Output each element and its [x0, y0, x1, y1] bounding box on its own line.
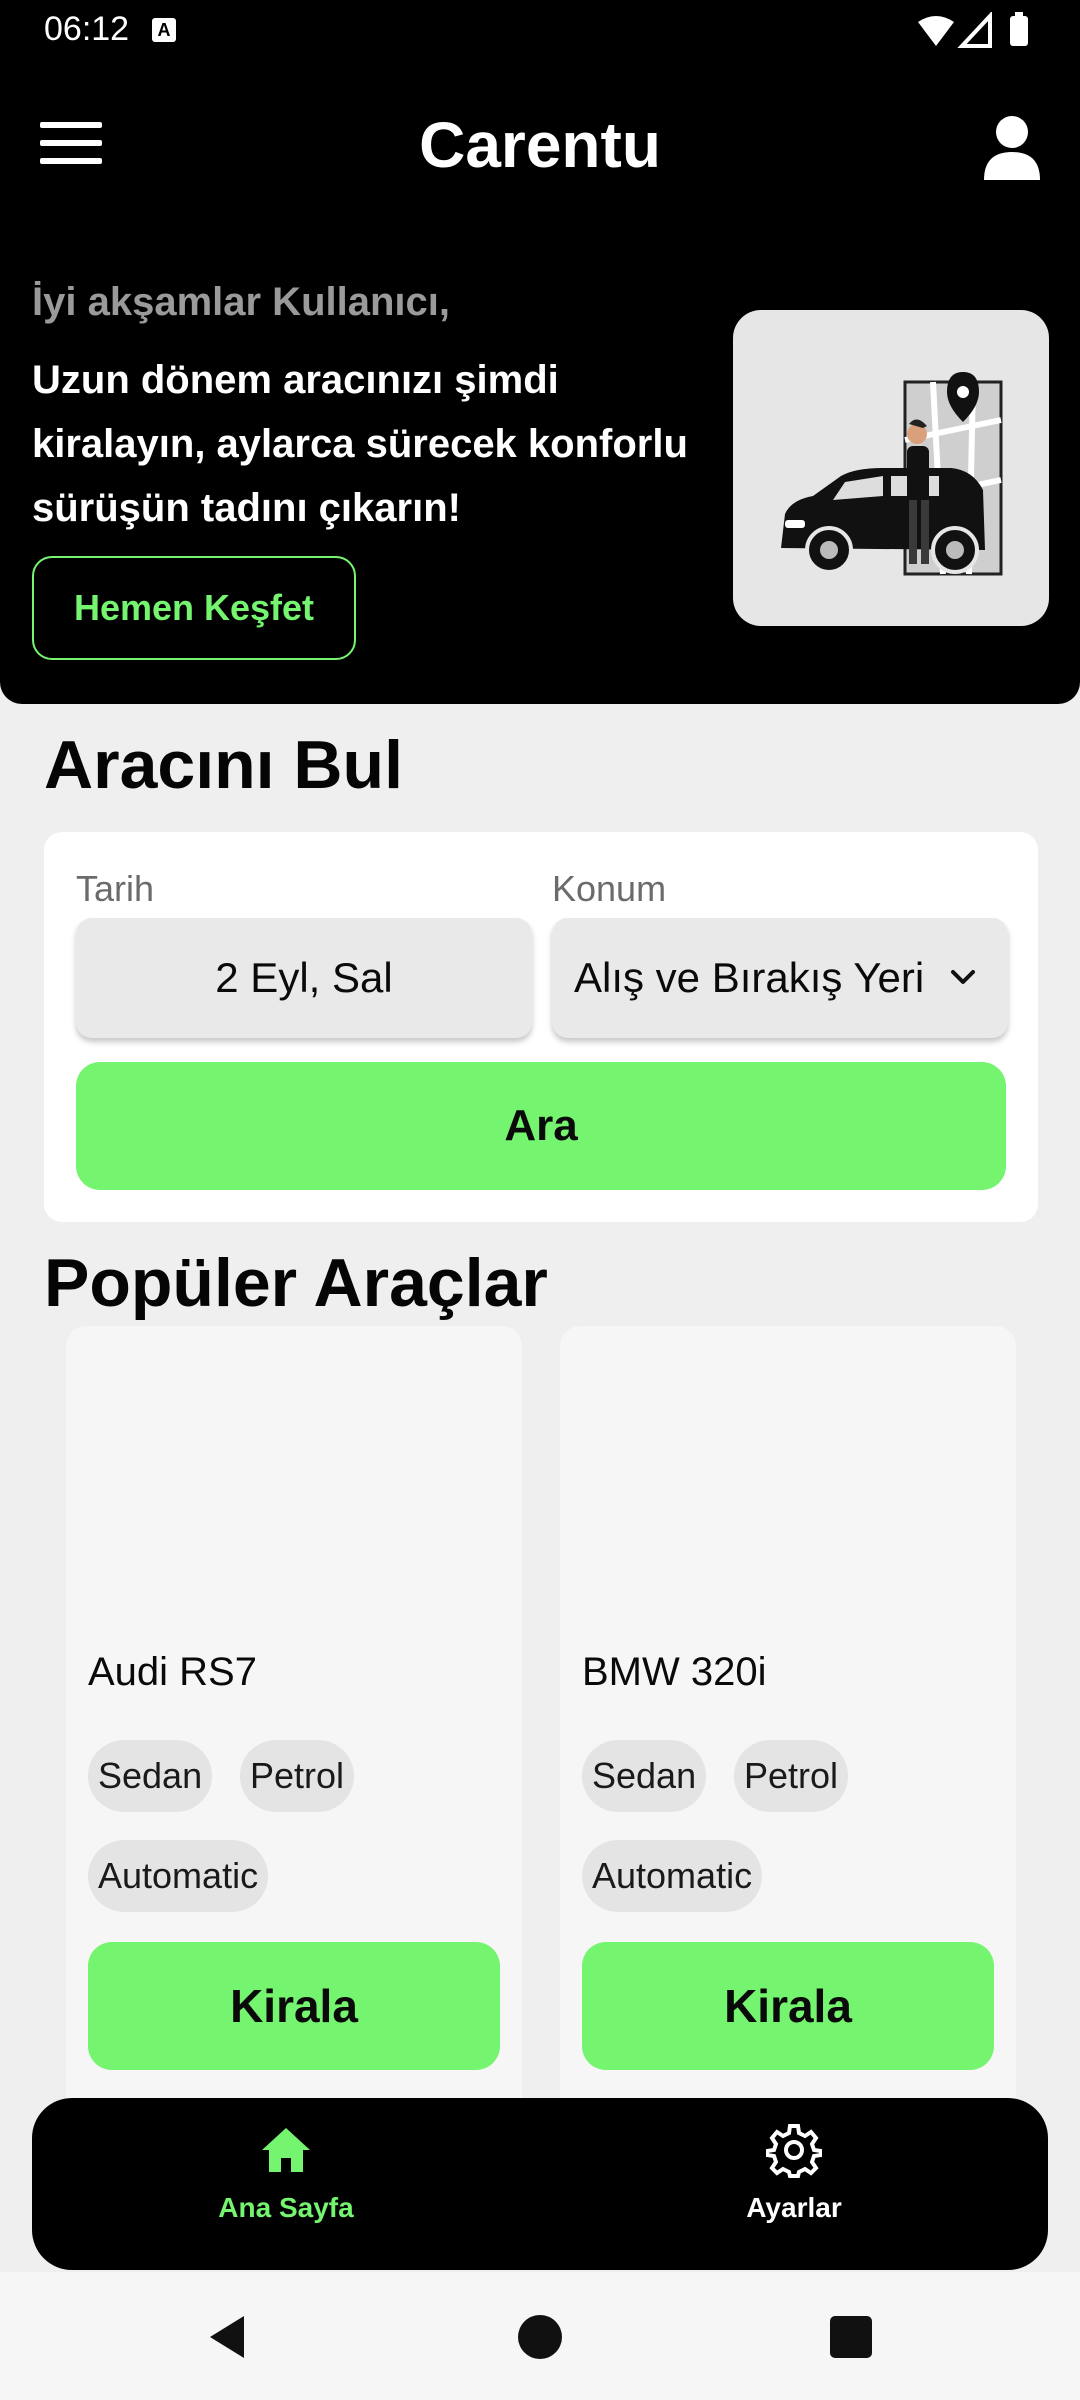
hero-illustration [733, 310, 1049, 626]
nav-item-home[interactable]: Ana Sayfa [136, 2122, 436, 2252]
find-car-title: Aracını Bul [44, 727, 403, 803]
popular-cars-title: Popüler Araçlar [44, 1245, 548, 1321]
car-tag: Petrol [734, 1740, 849, 1812]
hero-message: Uzun dönem aracınızı şimdi kiralayın, ay… [32, 358, 688, 530]
car-tag: Automatic [88, 1840, 269, 1912]
signal-icon [957, 12, 992, 48]
back-icon[interactable] [204, 2312, 254, 2362]
car-card[interactable]: BMW 320i Sedan Petrol Automatic Kirala [560, 1326, 1016, 2126]
car-tag: Sedan [88, 1740, 213, 1812]
bottom-navigation: Ana Sayfa Ayarlar [32, 2098, 1048, 2270]
rent-button[interactable]: Kirala [582, 1942, 994, 2070]
home-icon [262, 2128, 310, 2172]
car-tag: Petrol [240, 1740, 355, 1812]
date-value: 2 Eyl, Sal [215, 954, 393, 1001]
greeting-text: İyi akşamlar Kullanıcı, [32, 280, 450, 324]
app-title: Carentu [419, 109, 661, 181]
location-label: Konum [552, 868, 667, 909]
status-bar: 06:12 A [0, 0, 1080, 62]
car-tag: Sedan [582, 1740, 707, 1812]
notification-icon: A [152, 18, 176, 42]
car-location-illustration [781, 372, 1003, 576]
date-label: Tarih [76, 868, 155, 909]
profile-icon[interactable] [984, 114, 1040, 180]
nav-label-settings: Ayarlar [746, 2192, 842, 2223]
status-time: 06:12 [44, 10, 130, 48]
recents-icon[interactable] [826, 2312, 876, 2362]
chevron-down-icon [951, 970, 975, 984]
wifi-icon [918, 16, 954, 46]
car-tag: Automatic [582, 1840, 763, 1912]
explore-button[interactable]: Hemen Keşfet [32, 556, 356, 660]
hero-section: Carentu İyi akşamlar Kullanıcı, Uzun dön… [0, 62, 1080, 704]
car-name: BMW 320i [582, 1650, 767, 1694]
car-name: Audi RS7 [88, 1650, 257, 1694]
gear-icon [766, 2124, 822, 2178]
location-dropdown[interactable]: Alış ve Bırakış Yeri [552, 918, 1008, 1038]
home-circle-icon[interactable] [515, 2312, 565, 2362]
battery-icon [1010, 16, 1028, 46]
search-button[interactable]: Ara [76, 1062, 1006, 1190]
car-card[interactable]: Audi RS7 Sedan Petrol Automatic Kirala [66, 1326, 522, 2126]
rent-button[interactable]: Kirala [88, 1942, 500, 2070]
status-icons [918, 12, 1028, 48]
find-car-card: Tarih Konum 2 Eyl, Sal Alış ve Bırakış Y… [44, 832, 1038, 1222]
location-value: Alış ve Bırakış Yeri [574, 954, 925, 1001]
system-navigation-bar [0, 2272, 1080, 2400]
date-picker[interactable]: 2 Eyl, Sal [76, 918, 532, 1038]
nav-item-settings[interactable]: Ayarlar [644, 2122, 944, 2252]
nav-label-home: Ana Sayfa [218, 2192, 354, 2223]
